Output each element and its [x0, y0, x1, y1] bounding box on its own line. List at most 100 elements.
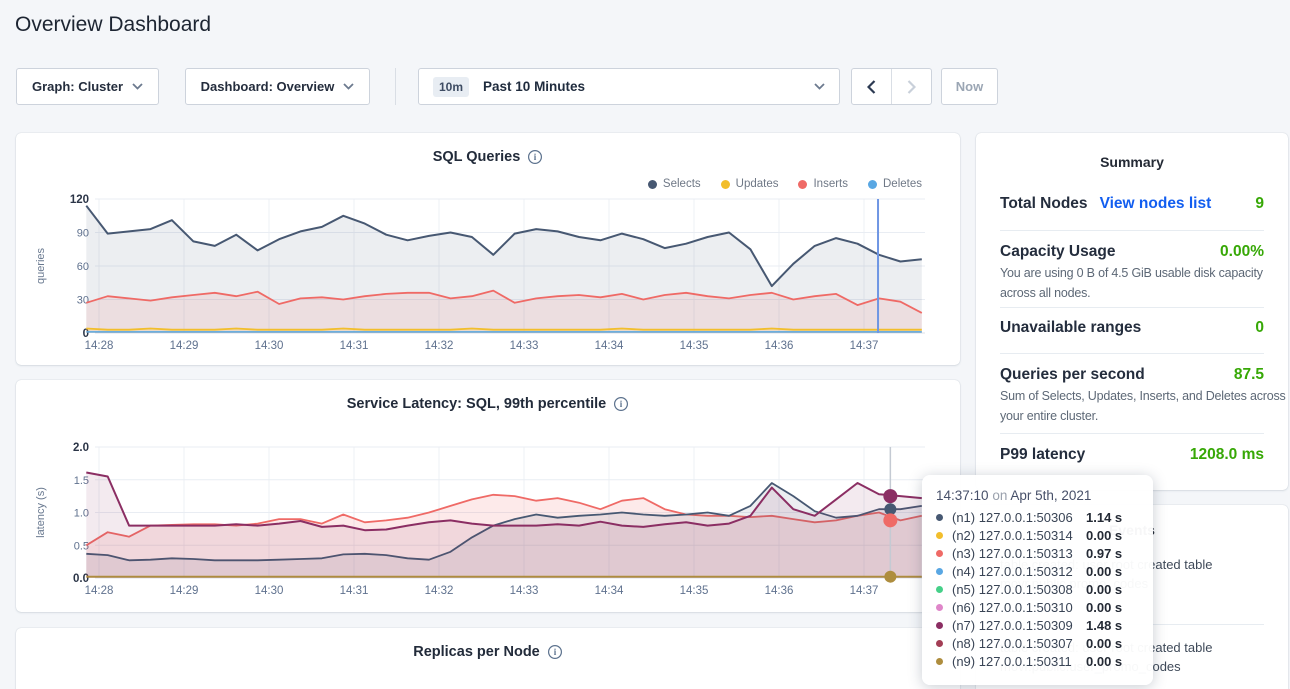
- separator: [1000, 433, 1264, 434]
- sql-queries-chart[interactable]: 030609012014:2814:2914:3014:3114:3214:33…: [16, 133, 960, 365]
- tooltip-value: 0.00 s: [1086, 582, 1122, 597]
- chevron-down-icon: [343, 83, 354, 90]
- chevron-down-icon: [132, 83, 143, 90]
- tooltip-value: 0.00 s: [1086, 600, 1122, 615]
- tooltip-row: (n1) 127.0.0.1:503061.14 s: [936, 508, 1139, 526]
- view-nodes-list-link[interactable]: View nodes list: [1100, 195, 1212, 213]
- svg-text:14:33: 14:33: [510, 340, 539, 352]
- svg-text:14:29: 14:29: [170, 340, 199, 352]
- tooltip-value: 0.00 s: [1086, 528, 1122, 543]
- svg-text:14:36: 14:36: [765, 340, 794, 352]
- tooltip-value: 0.97 s: [1086, 546, 1122, 561]
- node-color-dot: [936, 622, 943, 629]
- time-range-label: Past 10 Minutes: [483, 79, 585, 94]
- node-color-dot: [936, 658, 943, 665]
- total-nodes-value: 9: [1255, 195, 1264, 213]
- node-color-dot: [936, 514, 943, 521]
- time-range-selector[interactable]: 10m Past 10 Minutes: [418, 68, 840, 105]
- node-color-dot: [936, 550, 943, 557]
- svg-text:i: i: [553, 647, 556, 657]
- node-color-dot: [936, 604, 943, 611]
- svg-text:14:37: 14:37: [850, 585, 879, 597]
- time-next-button[interactable]: [892, 69, 932, 104]
- svg-text:14:29: 14:29: [170, 585, 199, 597]
- tooltip-node: (n3) 127.0.0.1:50313: [952, 546, 1078, 561]
- tooltip-row: (n8) 127.0.0.1:50307 0.00 s: [936, 634, 1139, 652]
- tooltip-row: (n4) 127.0.0.1:50312 0.00 s: [936, 562, 1139, 580]
- sql-queries-card: SQL Queries i Selects Updates Inserts De…: [16, 133, 960, 365]
- tooltip-node: (n8) 127.0.0.1:50307: [952, 636, 1078, 651]
- capacity-row: Capacity Usage 0.00%: [1000, 243, 1264, 261]
- tooltip-node: (n4) 127.0.0.1:50312: [952, 564, 1078, 579]
- chart-hover-tooltip: 14:37:10 on Apr 5th, 2021 (n1) 127.0.0.1…: [922, 475, 1153, 685]
- info-icon[interactable]: i: [547, 644, 563, 660]
- svg-text:14:37: 14:37: [850, 340, 879, 352]
- tooltip-node: (n2) 127.0.0.1:50314: [952, 528, 1078, 543]
- summary-panel: Summary Total Nodes View nodes list 9 Ca…: [976, 133, 1288, 490]
- unavailable-ranges-value: 0: [1255, 319, 1264, 337]
- capacity-desc-line1: You are using 0 B of 4.5 GiB usable disk…: [1000, 266, 1263, 281]
- unavailable-ranges-row: Unavailable ranges 0: [1000, 319, 1264, 337]
- chevron-right-icon: [907, 80, 916, 94]
- separator: [1000, 307, 1264, 308]
- svg-text:14:33: 14:33: [510, 585, 539, 597]
- tooltip-node: (n6) 127.0.0.1:50310: [952, 600, 1078, 615]
- svg-text:14:34: 14:34: [595, 585, 624, 597]
- replicas-title: Replicas per Node i: [16, 644, 960, 660]
- toolbar-divider: [395, 68, 396, 105]
- tooltip-node: (n9) 127.0.0.1:50311: [952, 654, 1078, 669]
- tooltip-on: on: [992, 488, 1007, 503]
- svg-text:latency (s): latency (s): [35, 487, 47, 538]
- now-button[interactable]: Now: [941, 68, 998, 105]
- tooltip-row: (n5) 127.0.0.1:50308 0.00 s: [936, 580, 1139, 598]
- node-color-dot: [936, 640, 943, 647]
- qps-label: Queries per second: [1000, 366, 1145, 384]
- svg-text:14:28: 14:28: [85, 340, 114, 352]
- tooltip-row: (n2) 127.0.0.1:50314 0.00 s: [936, 526, 1139, 544]
- tooltip-node: (n5) 127.0.0.1:50308: [952, 582, 1078, 597]
- svg-text:14:28: 14:28: [85, 585, 114, 597]
- tooltip-value: 0.00 s: [1086, 654, 1122, 669]
- qps-row: Queries per second 87.5: [1000, 366, 1264, 384]
- tooltip-time: 14:37:10: [936, 488, 989, 503]
- tooltip-row: (n3) 127.0.0.1:50313 0.97 s: [936, 544, 1139, 562]
- tooltip-row: (n7) 127.0.0.1:50309 1.48 s: [936, 616, 1139, 634]
- svg-text:queries: queries: [35, 247, 47, 284]
- tooltip-date: Apr 5th, 2021: [1010, 488, 1091, 503]
- capacity-value: 0.00%: [1220, 243, 1264, 261]
- chevron-left-icon: [867, 80, 876, 94]
- svg-text:14:34: 14:34: [595, 340, 624, 352]
- tooltip-node: (n7) 127.0.0.1:50309: [952, 618, 1078, 633]
- dashboard-dropdown-label: Dashboard: Overview: [201, 79, 335, 94]
- time-nav-group: [851, 68, 932, 105]
- separator: [1000, 353, 1264, 354]
- overview-dashboard-page: Overview Dashboard Graph: Cluster Dashbo…: [0, 0, 1290, 689]
- qps-value: 87.5: [1234, 366, 1264, 384]
- unavailable-ranges-label: Unavailable ranges: [1000, 319, 1141, 337]
- tooltip-row: (n6) 127.0.0.1:50310 0.00 s: [936, 598, 1139, 616]
- svg-text:14:31: 14:31: [340, 585, 369, 597]
- tooltip-value: 1.48 s: [1086, 618, 1122, 633]
- time-prev-button[interactable]: [852, 69, 892, 104]
- replicas-per-node-card: Replicas per Node i: [16, 628, 960, 689]
- dashboard-dropdown[interactable]: Dashboard: Overview: [185, 68, 370, 105]
- graph-dropdown-label: Graph: Cluster: [32, 79, 123, 94]
- svg-text:14:31: 14:31: [340, 340, 369, 352]
- summary-title: Summary: [976, 154, 1288, 170]
- total-nodes-label: Total Nodes: [1000, 195, 1088, 213]
- tooltip-value: 0.00 s: [1086, 636, 1122, 651]
- graph-dropdown[interactable]: Graph: Cluster: [16, 68, 159, 105]
- replicas-title-text: Replicas per Node: [413, 644, 540, 660]
- qps-desc: Sum of Selects, Updates, Inserts, and De…: [1000, 389, 1286, 424]
- page-title: Overview Dashboard: [15, 13, 211, 37]
- tooltip-timestamp: 14:37:10 on Apr 5th, 2021: [936, 488, 1139, 503]
- service-latency-chart[interactable]: 0.00.51.01.52.014:2814:2914:3014:3114:32…: [16, 380, 960, 612]
- separator: [1000, 230, 1264, 231]
- tooltip-value: 0.00 s: [1086, 564, 1122, 579]
- service-latency-card: Service Latency: SQL, 99th percentile i …: [16, 380, 960, 612]
- p99-latency-value: 1208.0 ms: [1190, 446, 1264, 464]
- total-nodes-row: Total Nodes View nodes list 9: [1000, 195, 1264, 213]
- svg-text:14:35: 14:35: [680, 585, 709, 597]
- svg-text:14:35: 14:35: [680, 340, 709, 352]
- svg-text:14:30: 14:30: [255, 340, 284, 352]
